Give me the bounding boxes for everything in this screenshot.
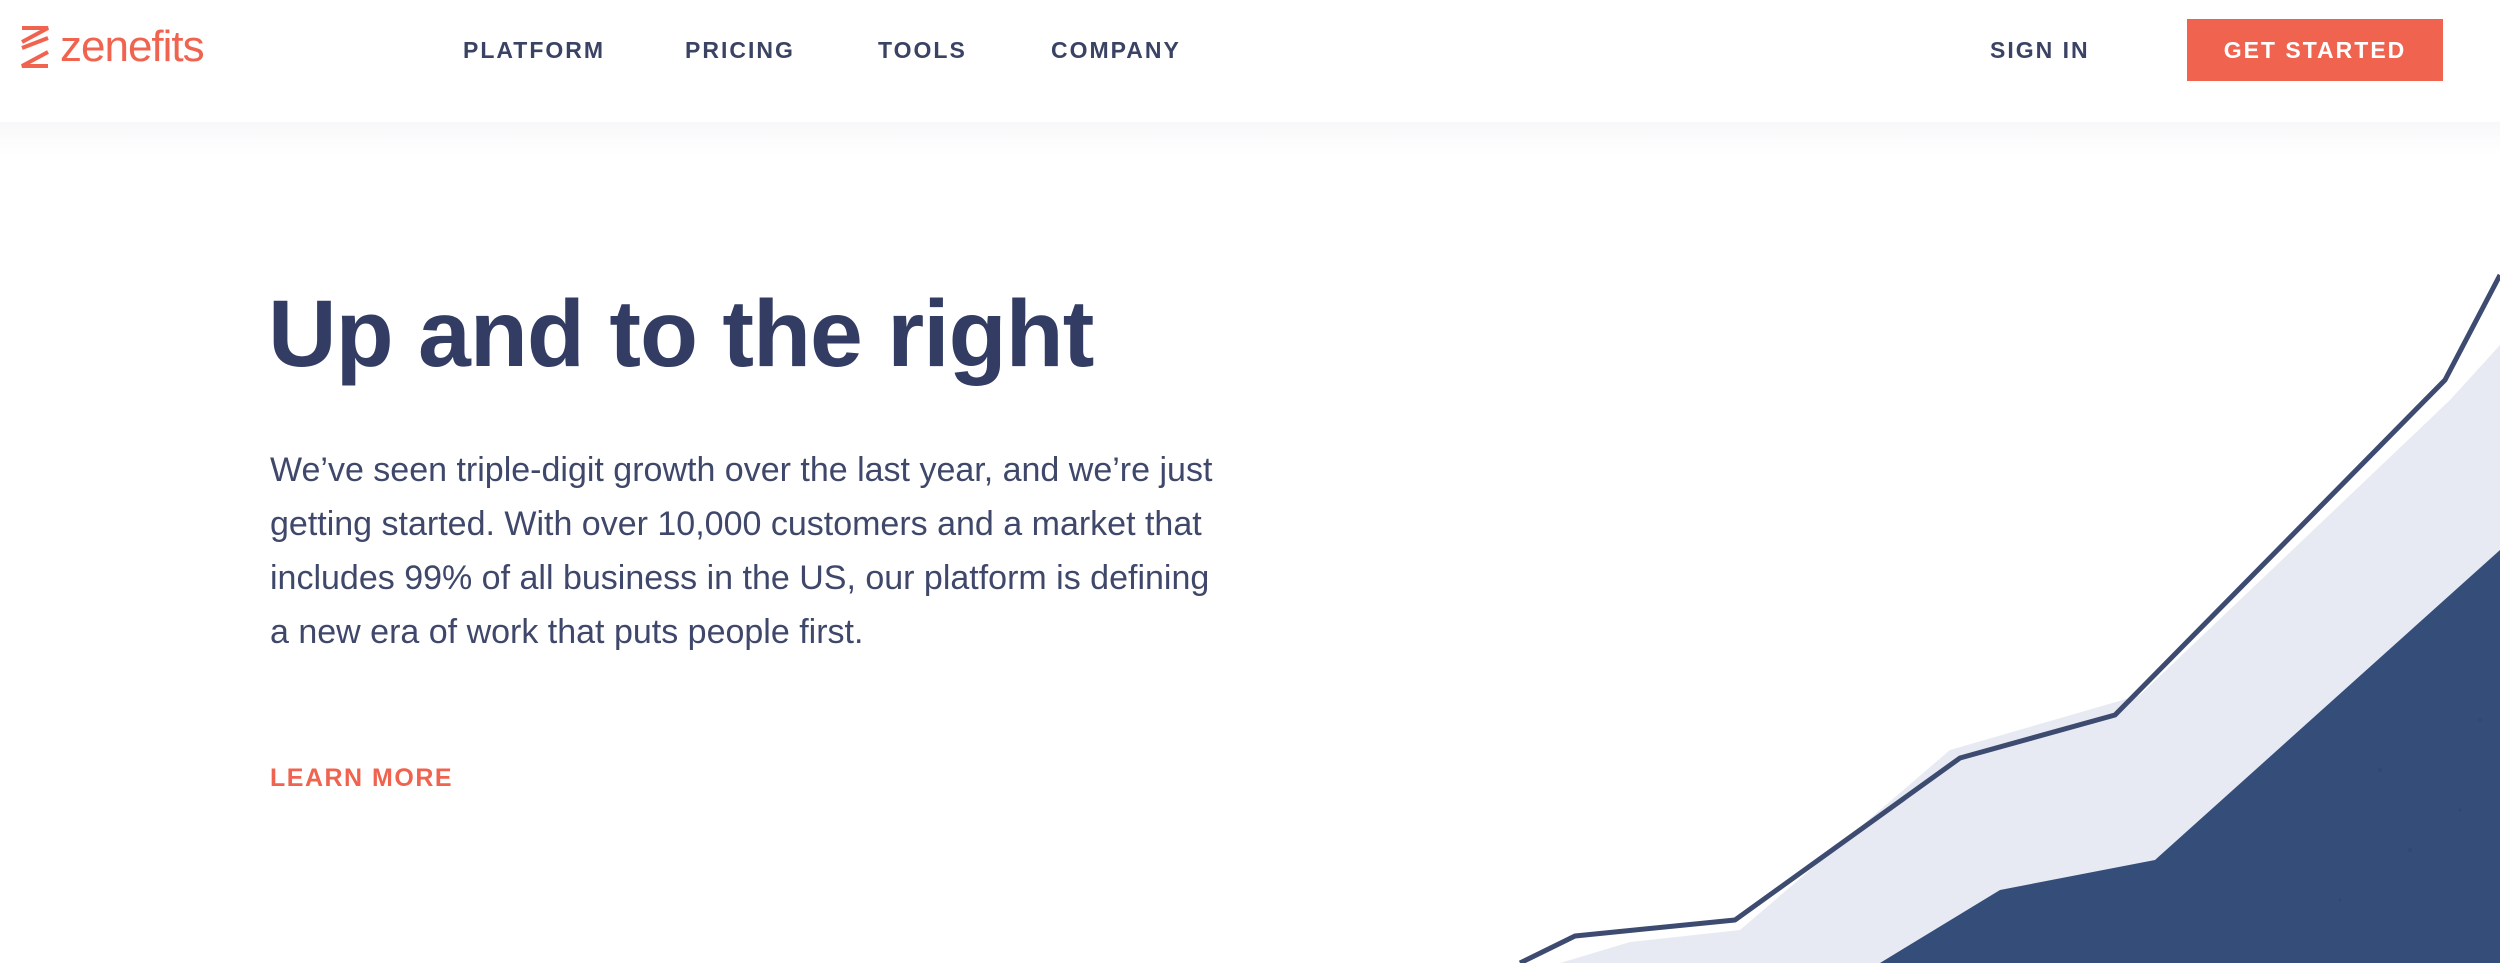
growth-graph-illustration: [1518, 273, 2500, 963]
nav-company[interactable]: COMPANY: [1051, 37, 1181, 64]
logo-wordmark: zenefits: [60, 22, 205, 71]
sign-in-link[interactable]: SIGN IN: [1990, 37, 2090, 64]
logo[interactable]: zenefits: [20, 22, 205, 72]
zenefits-z-icon: [21, 26, 49, 68]
nav-tools[interactable]: TOOLS: [878, 37, 967, 64]
nav-platform[interactable]: PLATFORM: [463, 37, 605, 64]
nav-pricing[interactable]: PRICING: [685, 37, 795, 64]
hero-title: Up and to the right: [268, 281, 1094, 387]
hero-description: We’ve seen triple-digit growth over the …: [270, 451, 1213, 651]
header-divider: [0, 122, 2500, 156]
page: zenefits PLATFORM PRICING TOOLS COMPANY …: [0, 0, 2500, 963]
learn-more-link[interactable]: LEARN MORE: [270, 764, 453, 793]
site-header: zenefits PLATFORM PRICING TOOLS COMPANY …: [0, 0, 2500, 122]
get-started-button[interactable]: GET STARTED: [2187, 19, 2443, 81]
